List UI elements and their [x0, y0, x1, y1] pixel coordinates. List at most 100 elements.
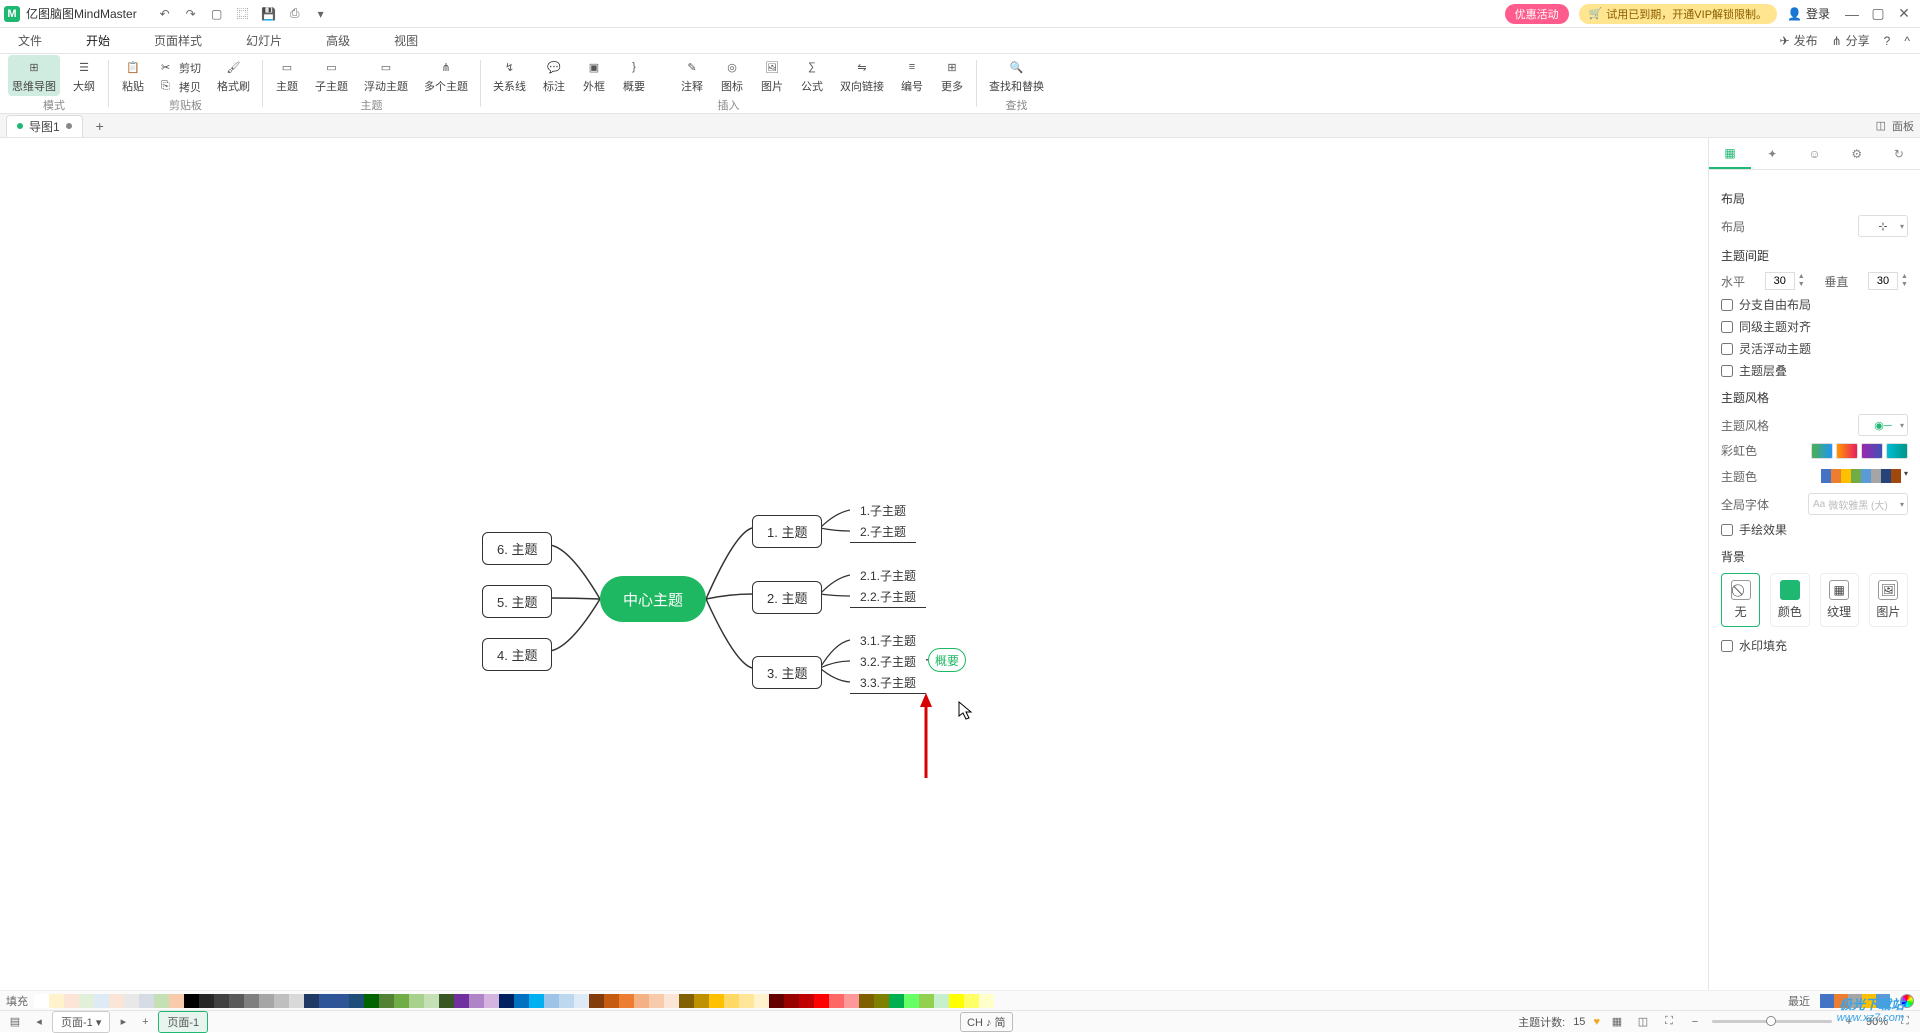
cut-button[interactable]: ✂剪切 — [157, 59, 205, 77]
color-swatch[interactable] — [664, 994, 679, 1008]
paste-button[interactable]: 📋粘贴 — [117, 55, 149, 96]
doc-tab[interactable]: 导图1 — [6, 115, 83, 137]
relation-button[interactable]: ↯关系线 — [489, 55, 530, 96]
rpanel-tab-layout[interactable]: ▦ — [1709, 138, 1751, 169]
color-swatch[interactable] — [499, 994, 514, 1008]
more-icon[interactable]: ▾ — [313, 6, 329, 22]
color-swatch[interactable] — [544, 994, 559, 1008]
multi-topic-button[interactable]: ⋔多个主题 — [420, 55, 472, 96]
chk-align[interactable]: 同级主题对齐 — [1721, 318, 1908, 335]
chk-free-layout[interactable]: 分支自由布局 — [1721, 296, 1908, 313]
save-icon[interactable]: 💾 — [261, 6, 277, 22]
font-dropdown[interactable]: Aa 微软雅黑 (大) ▾ — [1808, 493, 1908, 515]
zoom-slider[interactable] — [1712, 1020, 1832, 1023]
color-swatch[interactable] — [589, 994, 604, 1008]
color-swatch[interactable] — [274, 994, 289, 1008]
rpanel-tab-icon[interactable]: ☺ — [1793, 138, 1835, 169]
rpanel-tab-clipart[interactable]: ⚙ — [1836, 138, 1878, 169]
menu-slideshow[interactable]: 幻灯片 — [238, 28, 290, 53]
color-swatch[interactable] — [559, 994, 574, 1008]
vert-input[interactable] — [1868, 272, 1898, 290]
color-swatch[interactable] — [859, 994, 874, 1008]
maximize-button[interactable]: ▢ — [1866, 2, 1890, 26]
color-swatch[interactable] — [409, 994, 424, 1008]
color-swatch[interactable] — [454, 994, 469, 1008]
color-swatch[interactable] — [934, 994, 949, 1008]
color-swatch[interactable] — [754, 994, 769, 1008]
color-swatch[interactable] — [724, 994, 739, 1008]
palette-4[interactable] — [1886, 443, 1908, 459]
view-mode-2-icon[interactable]: ◫ — [1634, 1013, 1652, 1031]
prev-page-icon[interactable]: ◂ — [30, 1013, 48, 1031]
panel-toggle-icon[interactable]: ◫ — [1876, 119, 1886, 132]
color-swatch[interactable] — [139, 994, 154, 1008]
menu-start[interactable]: 开始 — [78, 28, 118, 53]
center-topic[interactable]: 中心主题 — [600, 576, 706, 622]
color-swatch[interactable] — [844, 994, 859, 1008]
color-swatch[interactable] — [64, 994, 79, 1008]
chk-float[interactable]: 灵活浮动主题 — [1721, 340, 1908, 357]
bg-image[interactable]: 🖼图片 — [1869, 573, 1908, 627]
topic-button[interactable]: ▭主题 — [271, 55, 303, 96]
color-swatch[interactable] — [259, 994, 274, 1008]
color-swatch[interactable] — [739, 994, 754, 1008]
summary-button[interactable]: }概要 — [618, 55, 650, 96]
subtopic-button[interactable]: ▭子主题 — [311, 55, 352, 96]
bg-none[interactable]: ⃠无 — [1721, 573, 1760, 627]
color-swatch[interactable] — [334, 994, 349, 1008]
color-swatch[interactable] — [904, 994, 919, 1008]
menu-file[interactable]: 文件 — [10, 28, 50, 53]
copy-button[interactable]: ⎘拷贝 — [157, 78, 205, 96]
boundary-button[interactable]: ▣外框 — [578, 55, 610, 96]
tag-button[interactable]: ◎图标 — [716, 55, 748, 96]
collapse-ribbon-icon[interactable]: ^ — [1904, 34, 1910, 48]
color-swatch[interactable] — [679, 994, 694, 1008]
fit-icon[interactable]: ⛶ — [1660, 1013, 1678, 1031]
outline-mode-button[interactable]: ☰大纲 — [68, 55, 100, 96]
color-swatch[interactable] — [229, 994, 244, 1008]
palette-3[interactable] — [1861, 443, 1883, 459]
color-swatch[interactable] — [874, 994, 889, 1008]
page-tab-1[interactable]: 页面-1 — [158, 1011, 208, 1033]
help-icon[interactable]: ? — [1884, 34, 1891, 48]
zoom-thumb[interactable] — [1766, 1016, 1776, 1026]
topic-5[interactable]: 5. 主题 — [482, 585, 552, 618]
topic-6[interactable]: 6. 主题 — [482, 532, 552, 565]
color-swatch[interactable] — [79, 994, 94, 1008]
color-swatch[interactable] — [94, 994, 109, 1008]
palette-1[interactable] — [1811, 443, 1833, 459]
color-swatch[interactable] — [289, 994, 304, 1008]
next-page-icon[interactable]: ▸ — [114, 1013, 132, 1031]
color-swatch[interactable] — [349, 994, 364, 1008]
find-replace-button[interactable]: 🔍查找和替换 — [985, 55, 1048, 96]
vert-spinner[interactable]: ▲▼ — [1868, 272, 1908, 290]
page-list-icon[interactable]: ▤ — [6, 1013, 24, 1031]
minimize-button[interactable]: — — [1840, 2, 1864, 26]
color-swatch[interactable] — [184, 994, 199, 1008]
color-swatch[interactable] — [49, 994, 64, 1008]
note-button[interactable]: ✎注释 — [676, 55, 708, 96]
subtopic-2-2[interactable]: 2.2.子主题 — [850, 586, 926, 608]
color-swatch[interactable] — [769, 994, 784, 1008]
summary-node[interactable]: 概要 — [928, 648, 966, 672]
format-painter-button[interactable]: 🖌格式刷 — [213, 55, 254, 96]
color-swatch[interactable] — [829, 994, 844, 1008]
color-swatch[interactable] — [574, 994, 589, 1008]
color-swatch[interactable] — [169, 994, 184, 1008]
up-icon[interactable]: ▲ — [1901, 273, 1908, 281]
recent-swatch[interactable] — [1820, 994, 1834, 1008]
style-dropdown[interactable]: ◉─▾ — [1858, 414, 1908, 436]
close-button[interactable]: ✕ — [1892, 2, 1916, 26]
color-swatch[interactable] — [214, 994, 229, 1008]
color-swatch[interactable] — [949, 994, 964, 1008]
color-swatch[interactable] — [364, 994, 379, 1008]
view-mode-1-icon[interactable]: ▦ — [1608, 1013, 1626, 1031]
color-swatch[interactable] — [244, 994, 259, 1008]
menu-view[interactable]: 视图 — [386, 28, 426, 53]
mindmap-mode-button[interactable]: ⊞思维导图 — [8, 55, 60, 96]
publish-link[interactable]: ✈发布 — [1780, 32, 1818, 49]
undo-icon[interactable]: ↶ — [157, 6, 173, 22]
color-swatch[interactable] — [394, 994, 409, 1008]
theme-color-strip[interactable]: ▾ — [1821, 469, 1908, 483]
image-button[interactable]: 🖼图片 — [756, 55, 788, 96]
